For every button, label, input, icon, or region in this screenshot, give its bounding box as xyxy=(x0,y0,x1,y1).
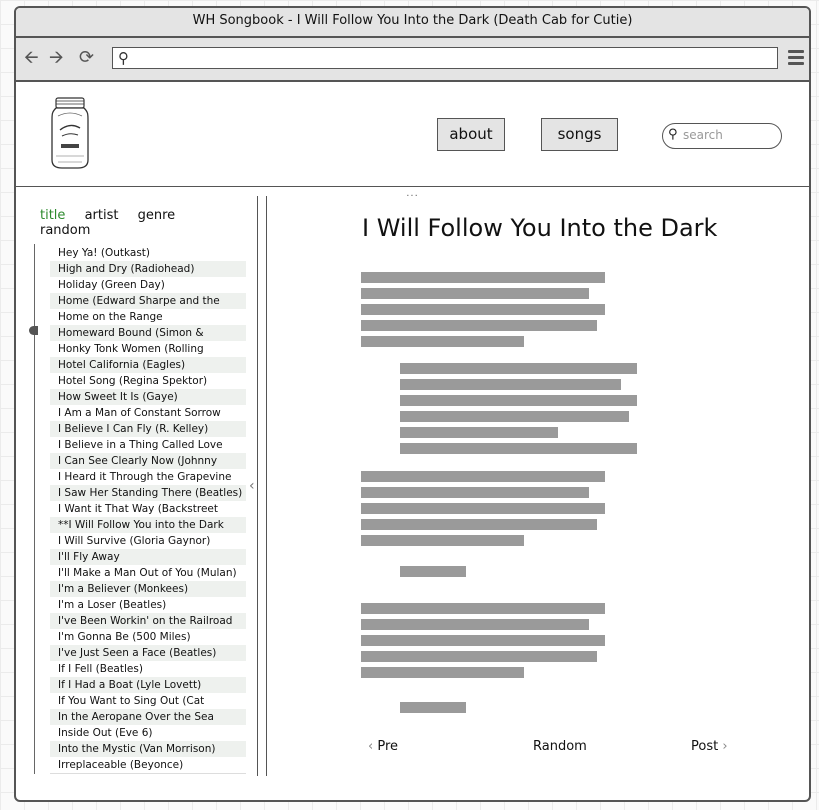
menu-icon[interactable] xyxy=(788,50,804,68)
list-item[interactable]: Irreplaceable (Beyonce) xyxy=(50,757,246,773)
list-item[interactable]: I'll Make a Man Out of You (Mulan) xyxy=(50,565,246,581)
scroll-thumb[interactable] xyxy=(29,326,38,335)
list-item[interactable]: Into the Mystic (Van Morrison) xyxy=(50,741,246,757)
song-title: I Will Follow You Into the Dark xyxy=(362,214,718,242)
list-item[interactable]: I've Just Seen a Face (Beatles) xyxy=(50,645,246,661)
list-item[interactable]: I Can See Clearly Now (Johnny xyxy=(50,453,246,469)
lyric-line-placeholder xyxy=(361,288,589,299)
tab-artist[interactable]: artist xyxy=(85,208,119,223)
lyric-line-placeholder xyxy=(361,503,605,514)
lyric-line-placeholder xyxy=(361,651,597,662)
random-button[interactable]: Random xyxy=(533,739,587,754)
about-button[interactable]: about xyxy=(437,118,505,151)
window-title: WH Songbook - I Will Follow You Into the… xyxy=(16,8,809,38)
lyric-line-placeholder xyxy=(361,535,524,546)
next-label: Post xyxy=(691,739,719,754)
browser-window: WH Songbook - I Will Follow You Into the… xyxy=(14,6,811,802)
list-item[interactable]: Homeward Bound (Simon & xyxy=(50,325,246,341)
chevron-right-icon: › xyxy=(722,739,728,754)
list-item[interactable]: Home on the Range xyxy=(50,309,246,325)
lyric-line-placeholder xyxy=(361,519,597,530)
list-item[interactable]: I Believe I Can Fly (R. Kelley) xyxy=(50,421,246,437)
scroll-track[interactable] xyxy=(34,244,35,774)
song-sidebar: title artist genre random Hey Ya! (Outka… xyxy=(16,196,258,776)
browser-toolbar: 🡨 🡪 ⟳ ⚲ xyxy=(16,38,809,82)
search-input[interactable] xyxy=(683,127,775,143)
chevron-left-icon: ‹ xyxy=(368,739,374,754)
lyric-line-placeholder xyxy=(400,363,637,374)
address-bar[interactable]: ⚲ xyxy=(112,47,778,69)
list-item[interactable]: Home (Edward Sharpe and the xyxy=(50,293,246,309)
lyric-line-placeholder xyxy=(361,635,605,646)
list-item[interactable]: I Will Survive (Gloria Gaynor) xyxy=(50,533,246,549)
prev-label: Pre xyxy=(377,739,399,754)
list-item[interactable]: I'm Gonna Be (500 Miles) xyxy=(50,629,246,645)
search-icon: ⚲ xyxy=(118,49,129,67)
list-item[interactable]: I Am a Man of Constant Sorrow xyxy=(50,405,246,421)
list-item[interactable]: If I Had a Boat (Lyle Lovett) xyxy=(50,677,246,693)
list-item[interactable]: **I Will Follow You into the Dark xyxy=(50,517,246,533)
search-icon: ⚲ xyxy=(668,127,678,142)
tab-genre[interactable]: genre xyxy=(138,208,176,223)
lyric-line-placeholder xyxy=(361,336,524,347)
prev-button[interactable]: ‹ Pre xyxy=(368,739,398,754)
list-item[interactable]: I Want it That Way (Backstreet xyxy=(50,501,246,517)
list-item[interactable]: In the Aeropane Over the Sea xyxy=(50,709,246,725)
lyric-line-placeholder xyxy=(400,427,558,438)
list-item[interactable]: I Heard it Through the Grapevine xyxy=(50,469,246,485)
list-item[interactable]: Inside Out (Eve 6) xyxy=(50,725,246,741)
list-item[interactable]: If I Fell (Beatles) xyxy=(50,661,246,677)
list-item[interactable]: Holiday (Green Day) xyxy=(50,277,246,293)
sidebar-divider xyxy=(257,196,258,776)
list-item[interactable]: High and Dry (Radiohead) xyxy=(50,261,246,277)
list-item[interactable]: I Saw Her Standing There (Beatles) xyxy=(50,485,246,501)
list-item[interactable]: How Sweet It Is (Gaye) xyxy=(50,389,246,405)
lyric-line-placeholder xyxy=(361,603,605,614)
songs-button[interactable]: songs xyxy=(541,118,618,151)
search-box[interactable]: ⚲ xyxy=(662,123,782,149)
site-header: about songs ⚲ ... xyxy=(16,82,809,199)
lyric-line-placeholder xyxy=(400,411,629,422)
sidebar-divider[interactable] xyxy=(266,196,267,776)
lyric-line-placeholder xyxy=(361,471,605,482)
lyric-line-placeholder xyxy=(400,379,621,390)
lyric-line-placeholder xyxy=(361,619,589,630)
lyric-line-placeholder xyxy=(361,304,605,315)
list-item[interactable]: I've Been Workin' on the Railroad xyxy=(50,613,246,629)
reload-icon[interactable]: ⟳ xyxy=(79,47,94,69)
lyric-line-placeholder xyxy=(400,566,466,577)
lyric-line-placeholder xyxy=(361,320,597,331)
lyric-line-placeholder xyxy=(361,272,605,283)
list-item[interactable]: I'm a Believer (Monkees) xyxy=(50,581,246,597)
list-item[interactable]: Hotel Song (Regina Spektor) xyxy=(50,373,246,389)
song-list: Hey Ya! (Outkast) High and Dry (Radiohead… xyxy=(50,245,246,773)
list-item[interactable]: Hey Ya! (Outkast) xyxy=(50,245,246,261)
lyric-line-placeholder xyxy=(400,702,466,713)
collapse-sidebar-icon[interactable]: ‹ xyxy=(249,478,255,494)
back-arrow-icon[interactable]: 🡨 xyxy=(24,47,39,69)
list-item[interactable]: I'll Fly Away xyxy=(50,549,246,565)
lyric-line-placeholder xyxy=(361,667,524,678)
list-item[interactable]: I'm a Loser (Beatles) xyxy=(50,597,246,613)
lyric-line-placeholder xyxy=(400,443,637,454)
lyric-line-placeholder xyxy=(400,395,637,406)
tab-random[interactable]: random xyxy=(40,223,90,238)
lyric-line-placeholder xyxy=(361,487,589,498)
list-item[interactable]: I Believe in a Thing Called Love xyxy=(50,437,246,453)
mason-jar-logo-icon[interactable] xyxy=(50,96,90,174)
list-item[interactable]: Hotel California (Eagles) xyxy=(50,357,246,373)
tab-title[interactable]: title xyxy=(40,208,65,223)
list-item[interactable]: If You Want to Sing Out (Cat xyxy=(50,693,246,709)
forward-arrow-icon[interactable]: 🡪 xyxy=(49,47,64,69)
sort-tabs: title artist genre random xyxy=(40,208,258,238)
list-item[interactable]: Honky Tonk Women (Rolling xyxy=(50,341,246,357)
next-button[interactable]: Post › xyxy=(691,739,728,754)
list-divider xyxy=(50,773,246,774)
